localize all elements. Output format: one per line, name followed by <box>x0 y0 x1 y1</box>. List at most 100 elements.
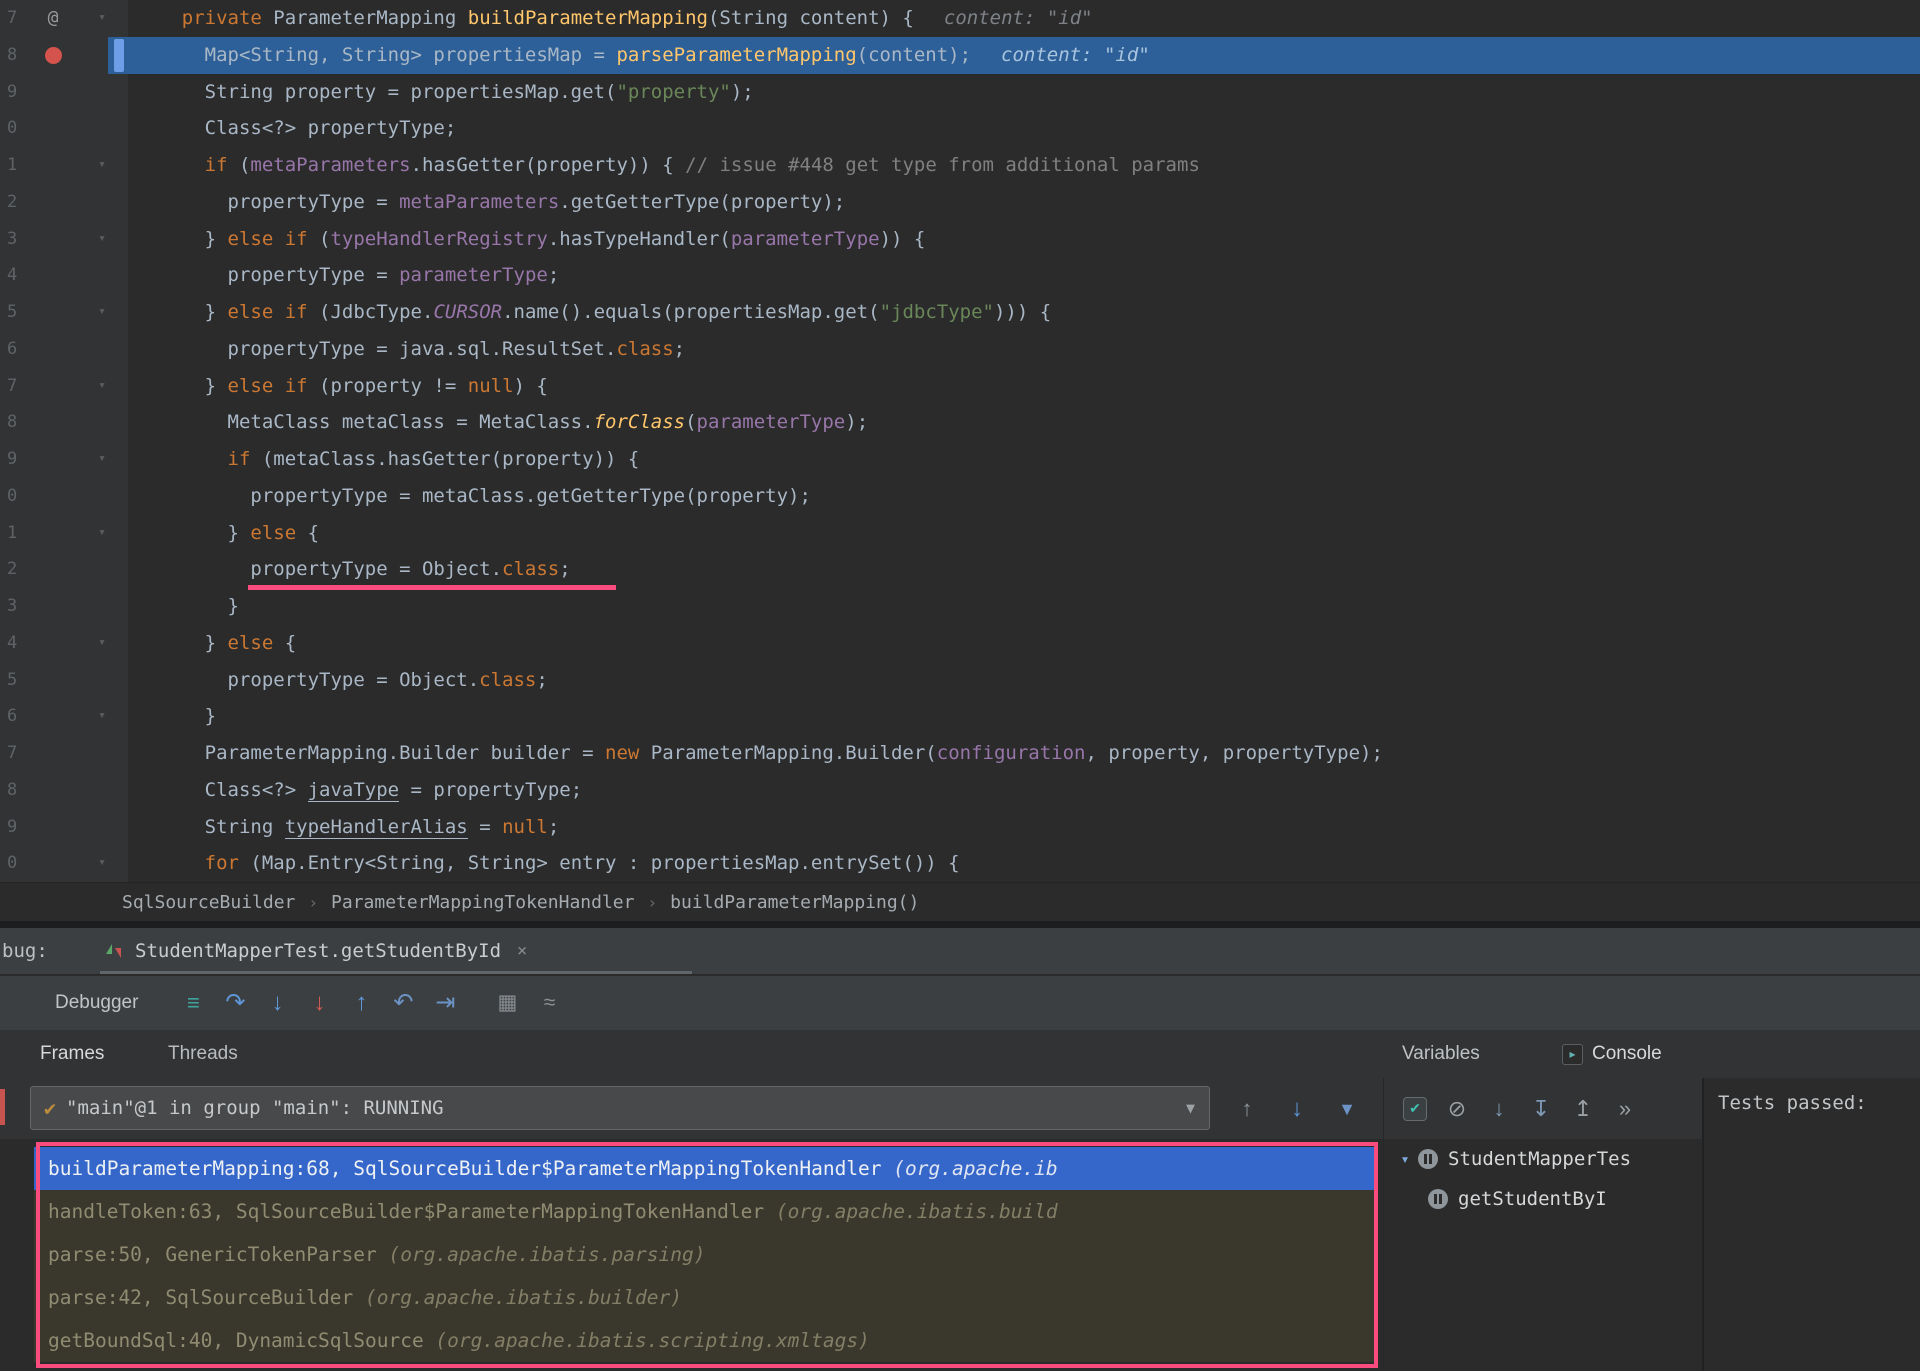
code-line[interactable]: 8 Class<?> javaType = propertyType; <box>0 772 1920 809</box>
overflow-chevrons-icon[interactable]: » <box>1606 1088 1644 1130</box>
stack-frame[interactable]: parse:50, GenericTokenParser (org.apache… <box>34 1233 1378 1276</box>
code-line[interactable]: 6 propertyType = java.sql.ResultSet.clas… <box>0 331 1920 368</box>
breadcrumb-item[interactable]: SqlSourceBuilder <box>122 892 295 913</box>
fold-marker-icon[interactable]: ▾ <box>76 221 128 258</box>
fold-marker-icon[interactable]: ▾ <box>76 698 128 735</box>
settings-lines-icon[interactable]: ≈ <box>528 982 570 1024</box>
debugger-actions: ≡↷↓↓↑↶⇥▦≈ <box>172 982 570 1024</box>
code-line[interactable]: 9 String typeHandlerAlias = null; <box>0 809 1920 846</box>
filter-frames-icon[interactable]: ▼ <box>1322 1088 1372 1130</box>
chevron-expanded-icon[interactable]: ▾ <box>1392 1150 1418 1168</box>
gutter: 8 <box>0 772 128 809</box>
stack-frames-list[interactable]: buildParameterMapping:68, SqlSourceBuild… <box>0 1139 1383 1371</box>
code-text: String typeHandlerAlias = null; <box>128 809 559 846</box>
annotation-underline <box>248 585 616 590</box>
code-line[interactable]: 0▾ for (Map.Entry<String, String> entry … <box>0 845 1920 882</box>
breakpoint-icon[interactable] <box>45 47 62 64</box>
code-text: propertyType = java.sql.ResultSet.class; <box>128 331 685 368</box>
run-to-cursor-icon[interactable]: ⇥ <box>424 982 466 1024</box>
code-text: if (metaParameters.hasGetter(property)) … <box>128 147 1200 184</box>
debug-session-tab[interactable]: StudentMapperTest.getStudentById × <box>104 928 527 974</box>
code-line[interactable]: 5▾ } else if (JdbcType.CURSOR.name().equ… <box>0 294 1920 331</box>
code-line[interactable]: 3 } <box>0 588 1920 625</box>
code-line[interactable]: 9▾ if (metaClass.hasGetter(property)) { <box>0 441 1920 478</box>
gutter: 7@▾ <box>0 0 128 37</box>
sort-alpha-icon[interactable]: ↓ <box>1480 1088 1518 1130</box>
tab-threads[interactable]: Threads <box>168 1043 238 1065</box>
fold-marker-icon[interactable]: ▾ <box>76 294 128 331</box>
code-line[interactable]: 7 ParameterMapping.Builder builder = new… <box>0 735 1920 772</box>
drop-frame-icon[interactable]: ↶ <box>382 982 424 1024</box>
code-line[interactable]: 2 propertyType = Object.class; <box>0 551 1920 588</box>
fold-marker-icon[interactable]: ▾ <box>76 147 128 184</box>
fold-marker-icon[interactable]: ▾ <box>76 0 128 37</box>
step-out-icon[interactable]: ↑ <box>340 982 382 1024</box>
tab-variables[interactable]: Variables <box>1402 1043 1480 1065</box>
fold-marker-icon[interactable]: ▾ <box>76 515 128 552</box>
code-line[interactable]: 8 Map<String, String> propertiesMap = pa… <box>0 37 1920 74</box>
close-icon[interactable]: × <box>517 941 527 961</box>
debugger-toolbar: Debugger ≡↷↓↓↑↶⇥▦≈ <box>0 976 1920 1030</box>
checkbox-checked-icon[interactable]: ✔ <box>1403 1097 1427 1121</box>
step-over-icon[interactable]: ↷ <box>214 982 256 1024</box>
panel-tabs-row: Frames Threads Variables ▸ Console <box>0 1030 1920 1078</box>
fold-marker-icon[interactable]: ▾ <box>76 845 128 882</box>
collapse-all-icon[interactable]: ↥ <box>1564 1088 1602 1130</box>
stack-frame[interactable]: getBoundSql:40, DynamicSqlSource (org.ap… <box>34 1319 1378 1362</box>
chevron-down-icon: ▼ <box>1186 1099 1195 1117</box>
gutter: 2 <box>0 184 128 221</box>
thread-status-icon: ✔ <box>44 1096 56 1120</box>
test-tree[interactable]: ▾StudentMapperTesgetStudentByI <box>1384 1139 1702 1371</box>
line-number: 5 <box>0 294 30 331</box>
stack-frame[interactable]: parse:42, SqlSourceBuilder (org.apache.i… <box>34 1276 1378 1319</box>
stop-button-edge[interactable] <box>0 1089 5 1125</box>
stack-frame[interactable]: handleToken:63, SqlSourceBuilder$Paramet… <box>34 1190 1378 1233</box>
breadcrumb-item[interactable]: buildParameterMapping() <box>670 892 919 913</box>
run-debug-icon <box>104 941 124 961</box>
code-lines: 7@▾ private ParameterMapping buildParame… <box>0 0 1920 882</box>
code-line[interactable]: 3▾ } else if (typeHandlerRegistry.hasTyp… <box>0 221 1920 258</box>
console-output[interactable]: Tests passed: <box>1702 1078 1920 1371</box>
code-text: for (Map.Entry<String, String> entry : p… <box>128 845 960 882</box>
test-tree-item[interactable]: getStudentByI <box>1384 1179 1702 1219</box>
stack-frame[interactable]: buildParameterMapping:68, SqlSourceBuild… <box>34 1147 1378 1190</box>
gutter: 0 <box>0 478 128 515</box>
line-number: 3 <box>0 588 30 625</box>
fold-marker-icon[interactable]: ▾ <box>76 625 128 662</box>
force-step-into-icon[interactable]: ↓ <box>298 982 340 1024</box>
previous-frame-icon[interactable]: ↑ <box>1222 1088 1272 1130</box>
gutter: 7 <box>0 735 128 772</box>
next-frame-icon[interactable]: ↓ <box>1272 1088 1322 1130</box>
test-tree-item[interactable]: ▾StudentMapperTes <box>1384 1139 1702 1179</box>
code-text: Map<String, String> propertiesMap = pars… <box>128 37 1150 74</box>
code-line[interactable]: 0 Class<?> propertyType; <box>0 110 1920 147</box>
tab-console-label: Console <box>1592 1043 1662 1065</box>
code-line[interactable]: 8 MetaClass metaClass = MetaClass.forCla… <box>0 404 1920 441</box>
code-line[interactable]: 4 propertyType = parameterType; <box>0 257 1920 294</box>
code-line[interactable]: 5 propertyType = Object.class; <box>0 662 1920 699</box>
code-line[interactable]: 7▾ } else if (property != null) { <box>0 368 1920 405</box>
code-line[interactable]: 7@▾ private ParameterMapping buildParame… <box>0 0 1920 37</box>
code-editor[interactable]: 7@▾ private ParameterMapping buildParame… <box>0 0 1920 882</box>
view-layout-icon[interactable]: ▦ <box>486 982 528 1024</box>
code-line[interactable]: 0 propertyType = metaClass.getGetterType… <box>0 478 1920 515</box>
tab-frames[interactable]: Frames <box>40 1043 104 1065</box>
code-line[interactable]: 9 String property = propertiesMap.get("p… <box>0 74 1920 111</box>
fold-marker-icon[interactable]: ▾ <box>76 368 128 405</box>
fold-marker-icon[interactable]: ▾ <box>76 441 128 478</box>
tab-console[interactable]: ▸ Console <box>1562 1043 1662 1065</box>
code-line[interactable]: 6▾ } <box>0 698 1920 735</box>
thread-selector[interactable]: ✔ "main"@1 in group "main": RUNNING ▼ <box>30 1086 1210 1130</box>
step-into-icon[interactable]: ↓ <box>256 982 298 1024</box>
code-line[interactable]: 1▾ } else { <box>0 515 1920 552</box>
code-text: MetaClass metaClass = MetaClass.forClass… <box>128 404 868 441</box>
code-line[interactable]: 1▾ if (metaParameters.hasGetter(property… <box>0 147 1920 184</box>
breadcrumb-item[interactable]: ParameterMappingTokenHandler <box>331 892 634 913</box>
line-number: 2 <box>0 184 30 221</box>
menu-icon[interactable]: ≡ <box>172 982 214 1024</box>
mute-breakpoints-icon[interactable]: ⊘ <box>1438 1088 1476 1130</box>
gutter: 8 <box>0 37 128 74</box>
sort-order-icon[interactable]: ↧ <box>1522 1088 1560 1130</box>
code-line[interactable]: 4▾ } else { <box>0 625 1920 662</box>
code-line[interactable]: 2 propertyType = metaParameters.getGette… <box>0 184 1920 221</box>
